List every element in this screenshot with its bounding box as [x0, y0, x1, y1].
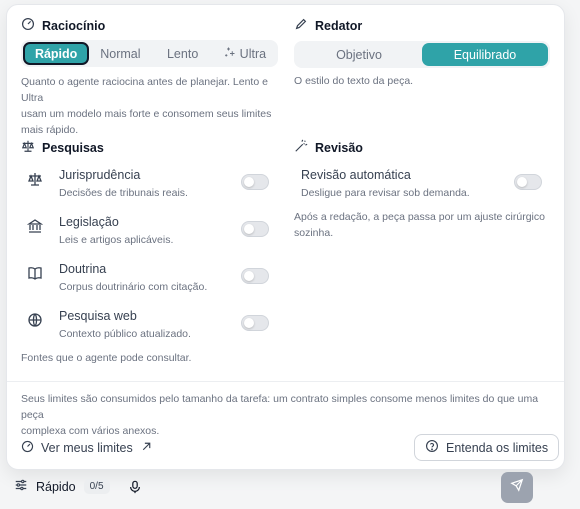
jurisprudencia-toggle[interactable] [241, 174, 269, 190]
research-item-jurisprudencia: Jurisprudência Decisões de tribunais rea… [27, 167, 188, 201]
composer-bar: Rápido 0/5 [0, 470, 580, 509]
review-item-auto: Revisão automática Desligue para revisar… [301, 168, 470, 199]
send-button[interactable] [501, 472, 533, 503]
review-section-title: Revisão [294, 139, 363, 156]
sparkle-icon [224, 46, 236, 61]
doutrina-toggle[interactable] [241, 268, 269, 284]
legislacao-toggle[interactable] [241, 221, 269, 237]
reasoning-option-lento[interactable]: Lento [152, 42, 214, 65]
understand-limits-button[interactable]: Entenda os limites [414, 434, 560, 461]
reasoning-segmented-control: Rápido Normal Lento Ultra [21, 40, 278, 67]
send-icon [510, 478, 524, 497]
reasoning-option-normal[interactable]: Normal [89, 42, 151, 65]
review-description: Após a redação, a peça passa por um ajus… [294, 211, 545, 239]
view-limits-link[interactable]: Ver meus limites [21, 440, 153, 456]
writer-option-equilibrado[interactable]: Equilibrado [422, 43, 548, 66]
arrow-up-right-icon [140, 440, 153, 456]
magic-wand-icon [294, 139, 308, 156]
sliders-icon [14, 478, 28, 495]
pesquisa-web-toggle[interactable] [241, 315, 269, 331]
writer-section-title: Redator [294, 17, 362, 34]
research-item-doutrina: Doutrina Corpus doutrinário com citação. [27, 261, 207, 295]
reasoning-option-ultra[interactable]: Ultra [214, 42, 276, 65]
settings-popover: Raciocínio Rápido Normal Lento Ultra Qua… [6, 4, 565, 470]
pen-icon [294, 17, 308, 34]
research-item-pesquisa-web: Pesquisa web Contexto público atualizado… [27, 308, 191, 342]
research-footer: Fontes que o agente pode consultar. [21, 352, 192, 364]
usage-counter: 0/5 [83, 479, 110, 494]
scale-icon [21, 139, 35, 156]
writer-segmented-control: Objetivo Equilibrado [294, 41, 550, 68]
book-icon [27, 265, 47, 285]
writer-option-objetivo[interactable]: Objetivo [296, 43, 422, 66]
gauge-icon [21, 17, 35, 34]
reasoning-option-rapido[interactable]: Rápido [23, 42, 90, 65]
research-section-title: Pesquisas [21, 139, 104, 156]
globe-icon [27, 312, 47, 332]
gauge-icon [21, 440, 34, 456]
reasoning-section-title: Raciocínio [21, 17, 105, 34]
revisao-automatica-toggle[interactable] [514, 174, 542, 190]
limits-note: Seus limites são consumidos pelo tamanho… [21, 393, 539, 437]
bank-icon [26, 218, 47, 238]
reasoning-description: Quanto o agente raciocina antes de plane… [21, 76, 272, 136]
divider [7, 381, 564, 382]
microphone-icon[interactable] [128, 479, 142, 500]
scale-icon [27, 171, 47, 191]
mode-selector[interactable]: Rápido 0/5 [14, 478, 110, 495]
help-circle-icon [425, 439, 439, 456]
writer-description: O estilo do texto da peça. [294, 75, 414, 87]
research-item-legislacao: Legislação Leis e artigos aplicáveis. [26, 214, 173, 248]
